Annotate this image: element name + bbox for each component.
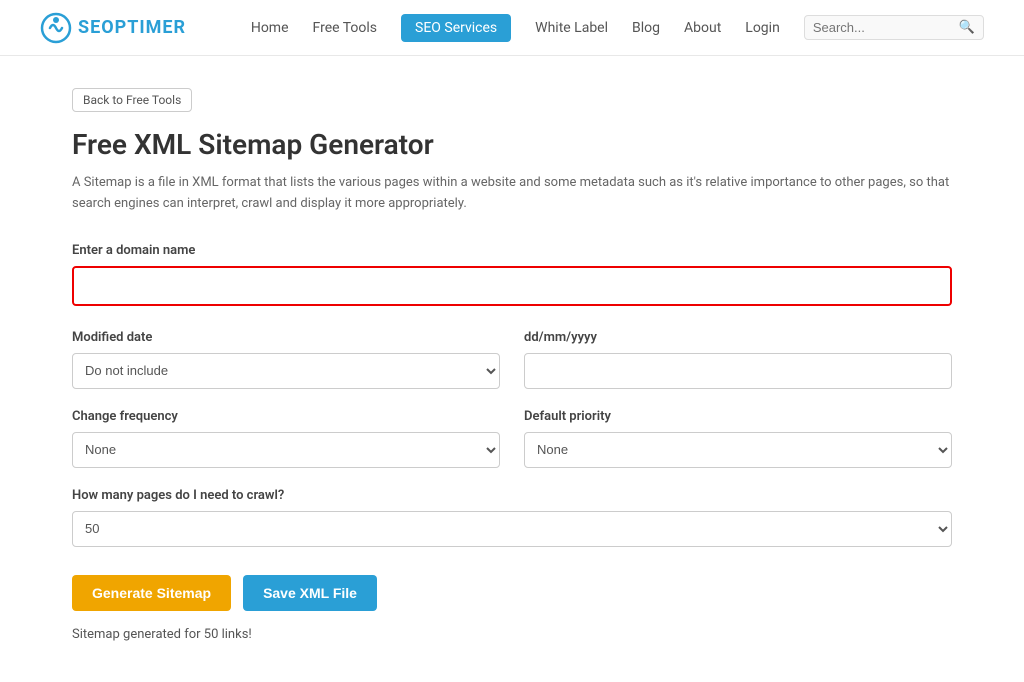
nav-item-login[interactable]: Login [745,20,780,36]
nav-link-blog[interactable]: Blog [632,20,660,36]
modified-date-group: Modified date Do not include Today Custo… [72,330,500,389]
date-label: dd/mm/yyyy [524,330,952,345]
default-priority-group: Default priority None 0.1 0.5 1.0 [524,409,952,468]
nav-link-home[interactable]: Home [251,20,289,36]
nav-link-about[interactable]: About [684,20,721,36]
freq-priority-row: Change frequency None Always Hourly Dail… [72,409,952,468]
modified-date-label: Modified date [72,330,500,345]
nav-item-white-label[interactable]: White Label [535,20,608,36]
page-title: Free XML Sitemap Generator [72,128,952,161]
main-content: Back to Free Tools Free XML Sitemap Gene… [32,56,992,682]
nav-link-free-tools[interactable]: Free Tools [313,20,378,36]
logo-text: SEOPTIMER [78,17,186,38]
pages-label: How many pages do I need to crawl? [72,488,952,503]
domain-input[interactable] [72,266,952,306]
change-freq-group: Change frequency None Always Hourly Dail… [72,409,500,468]
button-row: Generate Sitemap Save XML File [72,575,952,611]
pages-input-wrap: 50 100 200 500 [72,511,952,547]
default-priority-select[interactable]: None 0.1 0.5 1.0 [524,432,952,468]
search-icon: 🔍 [959,20,975,35]
change-freq-select[interactable]: None Always Hourly Daily Weekly Monthly … [72,432,500,468]
nav-link-login[interactable]: Login [745,20,780,36]
nav-link-seo-services[interactable]: SEO Services [401,14,511,42]
change-freq-label: Change frequency [72,409,500,424]
pages-group: How many pages do I need to crawl? 50 10… [72,488,952,547]
nav-item-free-tools[interactable]: Free Tools [313,20,378,36]
pages-select[interactable]: 50 100 200 500 [72,511,952,547]
nav-link-white-label[interactable]: White Label [535,20,608,36]
search-box: 🔍 [804,15,984,40]
search-input[interactable] [813,20,953,35]
nav-item-about[interactable]: About [684,20,721,36]
nav-item-seo-services[interactable]: SEO Services [401,20,511,36]
navigation: SEOPTIMER Home Free Tools SEO Services W… [0,0,1024,56]
nav-links: Home Free Tools SEO Services White Label… [251,20,780,36]
logo-link[interactable]: SEOPTIMER [40,12,186,44]
generate-sitemap-button[interactable]: Generate Sitemap [72,575,231,611]
modified-date-row: Modified date Do not include Today Custo… [72,330,952,389]
date-input[interactable] [524,353,952,389]
logo-icon [40,12,72,44]
default-priority-label: Default priority [524,409,952,424]
page-description: A Sitemap is a file in XML format that l… [72,173,952,215]
save-xml-button[interactable]: Save XML File [243,575,377,611]
date-group: dd/mm/yyyy [524,330,952,389]
domain-label: Enter a domain name [72,243,952,258]
back-to-free-tools-link[interactable]: Back to Free Tools [72,88,192,112]
nav-item-home[interactable]: Home [251,20,289,36]
modified-date-select[interactable]: Do not include Today Custom [72,353,500,389]
sitemap-status: Sitemap generated for 50 links! [72,627,952,642]
nav-item-blog[interactable]: Blog [632,20,660,36]
